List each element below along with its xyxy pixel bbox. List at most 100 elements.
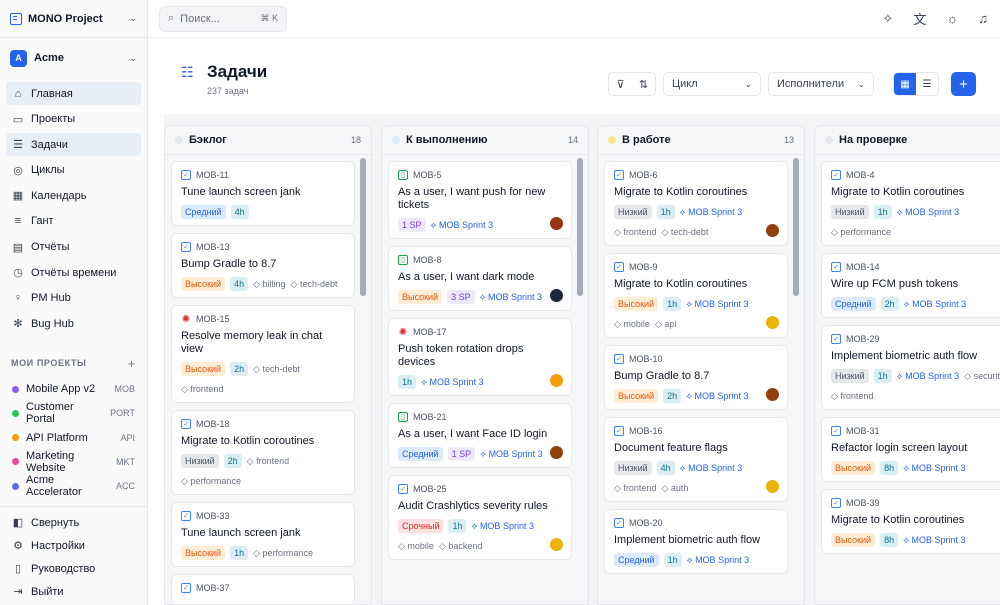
task-card[interactable]: ✓ MOB-18 Migrate to Kotlin coroutines Низки… <box>171 410 355 495</box>
task-card[interactable]: ✓ MOB-10 Bump Gradle to 8.7 Высокий 2h ⟡ MOB … <box>604 345 788 410</box>
story-icon: ▯ <box>398 255 408 265</box>
task-card[interactable]: ✓ MOB-20 Implement biometric auth flow Сред… <box>604 509 788 574</box>
task-title: As a user, I want Face ID login <box>398 428 548 440</box>
workspace-selector[interactable]: A Acme ⌄ <box>0 38 147 78</box>
nav-item-8[interactable]: ♀ PM Hub <box>6 287 141 310</box>
priority-tag: Высокий <box>181 546 226 560</box>
priority-tag: Высокий <box>831 461 876 475</box>
story-points-tag: 3 SP <box>447 290 475 304</box>
sidebar-bottom-item-1[interactable]: ⚙ Настройки <box>6 534 141 557</box>
bug-icon: ✻ <box>13 318 23 331</box>
nav-item-4[interactable]: ▦ Календарь <box>6 184 141 207</box>
assignee-avatar[interactable] <box>766 316 779 329</box>
tag-text: MOB Sprint 3 <box>905 371 960 381</box>
sort-icon[interactable]: ⇅ <box>632 73 655 95</box>
column-cards: ▯ MOB-5 As a user, I want push for new tic… <box>388 161 572 567</box>
task-card[interactable]: ▯ MOB-21 As a user, I want Face ID login Ср… <box>388 403 572 468</box>
priority-tag: Низкий <box>614 205 652 219</box>
nav-item-0[interactable]: ⌂ Главная <box>6 82 141 105</box>
project-code: ACC <box>115 481 135 492</box>
task-card[interactable]: ✓ MOB-31 Refactor login screen layout Высок… <box>821 417 1000 482</box>
nav-item-3[interactable]: ◎ Циклы <box>6 159 141 182</box>
label-icon: ◇ <box>246 456 257 466</box>
task-card[interactable]: ✓ MOB-37 <box>171 574 355 604</box>
bell-icon[interactable]: ♫ <box>978 11 988 26</box>
task-id-row: ✓ MOB-33 <box>181 511 345 521</box>
project-item[interactable]: Customer Portal PORT <box>6 401 141 425</box>
search-box[interactable]: ⌕ Поиск... ⌘ K <box>159 5 287 32</box>
task-tags: Средний 1 SP ⟡ MOB Sprint 3 <box>398 447 562 461</box>
sprint-icon: ⟡ <box>896 371 906 381</box>
cycle-select[interactable]: Цикл ⌄ <box>663 72 761 96</box>
project-item[interactable]: Mobile App v2 MOB <box>6 377 141 401</box>
sprint-icon: ⟡ <box>430 220 439 230</box>
column-scrollbar[interactable] <box>577 158 583 296</box>
column-scrollbar[interactable] <box>793 158 799 296</box>
bug-icon: ✺ <box>398 326 408 338</box>
nav-item-9[interactable]: ✻ Bug Hub <box>6 312 141 335</box>
logout-icon: ⇥ <box>13 586 23 598</box>
project-item[interactable]: API Platform API <box>6 426 141 450</box>
task-card[interactable]: ▯ MOB-5 As a user, I want push for new tic… <box>388 161 572 239</box>
nav-item-6[interactable]: ▤ Отчёты <box>6 236 141 259</box>
project-item[interactable]: Marketing Website MKT <box>6 450 141 474</box>
filter-icon[interactable]: ⊽ <box>609 73 632 95</box>
task-id: MOB-11 <box>196 170 229 180</box>
sidebar-bottom-item-2[interactable]: ▯ Руководство <box>6 557 141 580</box>
nav-item-1[interactable]: ▭ Проекты <box>6 108 141 131</box>
theme-sun-icon[interactable]: ☼ <box>946 11 958 26</box>
assignee-avatar[interactable] <box>550 446 563 459</box>
task-card[interactable]: ✺ MOB-15 Resolve memory leak in chat view В… <box>171 305 355 403</box>
task-check-icon: ✓ <box>614 518 624 528</box>
sidebar-bottom-item-3[interactable]: ⇥ Выйти <box>6 580 141 603</box>
task-card[interactable]: ✓ MOB-9 Migrate to Kotlin coroutines Высоки… <box>604 253 788 338</box>
report-icon: ▤ <box>12 241 24 254</box>
task-title: Implement biometric auth flow <box>614 534 761 546</box>
task-card[interactable]: ✓ MOB-16 Document feature flags Низкий 4h ⟡ M… <box>604 417 788 502</box>
assignee-select[interactable]: Исполнители ⌄ <box>768 72 874 96</box>
task-card[interactable]: ✓ MOB-14 Wire up FCM push tokens Средний 2h ⟡… <box>821 253 1000 318</box>
task-tags: Высокий 1h ◇ performance <box>181 546 345 560</box>
assignee-avatar[interactable] <box>766 388 779 401</box>
list-view-icon[interactable]: ☰ <box>916 73 938 95</box>
task-card[interactable]: ✓ MOB-6 Migrate to Kotlin coroutines Низкий… <box>604 161 788 246</box>
tag-text: Высокий <box>618 391 655 401</box>
assignee-avatar[interactable] <box>550 217 563 230</box>
task-card[interactable]: ✓ MOB-25 Audit Crashlytics severity rules С… <box>388 475 572 560</box>
project-item[interactable]: Acme Accelerator ACC <box>6 474 141 498</box>
nav-item-label: Bug Hub <box>31 317 74 330</box>
nav-item-5[interactable]: ≡ Гант <box>6 210 141 233</box>
task-card[interactable]: ▯ MOB-8 As a user, I want dark mode Высокий… <box>388 246 572 311</box>
sparkle-icon[interactable]: ✧ <box>882 11 893 27</box>
task-card[interactable]: ✓ MOB-4 Migrate to Kotlin coroutines Низкий… <box>821 161 1000 246</box>
assignee-avatar[interactable] <box>550 289 563 302</box>
tag-text: MOB Sprint 3 <box>688 207 743 217</box>
priority-tag: Высокий <box>614 297 659 311</box>
priority-tag: Низкий <box>181 454 219 468</box>
task-card[interactable]: ✓ MOB-39 Migrate to Kotlin coroutines Высок… <box>821 489 1000 554</box>
column-scrollbar[interactable] <box>360 158 366 296</box>
nav-item-7[interactable]: ◷ Отчёты времени <box>6 261 141 284</box>
project-selector[interactable]: MONO Project ⌄ <box>0 0 147 38</box>
task-card[interactable]: ✓ MOB-33 Tune launch screen jank Высокий 1h ◇… <box>171 502 355 567</box>
nav-item-2[interactable]: ☰ Задачи <box>6 133 141 157</box>
sidebar-bottom-item-0[interactable]: ◧ Свернуть <box>6 511 141 534</box>
estimate-tag: 1h <box>663 297 682 311</box>
assignee-avatar[interactable] <box>550 538 563 551</box>
assignee-avatar[interactable] <box>766 224 779 237</box>
tag-text: MOB Sprint 3 <box>911 463 966 473</box>
priority-tag: Срочный <box>398 519 444 533</box>
add-project-icon[interactable]: + <box>128 356 136 371</box>
task-card[interactable]: ✓ MOB-29 Implement biometric auth flow Низк… <box>821 325 1000 410</box>
add-task-button[interactable]: + <box>951 72 976 96</box>
label-tag: ◇ tech-debt <box>661 225 708 239</box>
assignee-avatar[interactable] <box>550 374 563 387</box>
task-card[interactable]: ✓ MOB-11 Tune launch screen jank Средний 4h <box>171 161 355 226</box>
assignee-avatar[interactable] <box>766 480 779 493</box>
translate-icon[interactable]: 文 <box>913 9 926 28</box>
priority-tag: Низкий <box>614 461 652 475</box>
board-view-icon[interactable]: ▦ <box>894 73 916 95</box>
task-card[interactable]: ✺ MOB-17 Push token rotation drops devices… <box>388 318 572 396</box>
task-card[interactable]: ✓ MOB-13 Bump Gradle to 8.7 Высокий 4h ◇ bill… <box>171 233 355 298</box>
tag-text: MOB Sprint 3 <box>694 391 749 401</box>
